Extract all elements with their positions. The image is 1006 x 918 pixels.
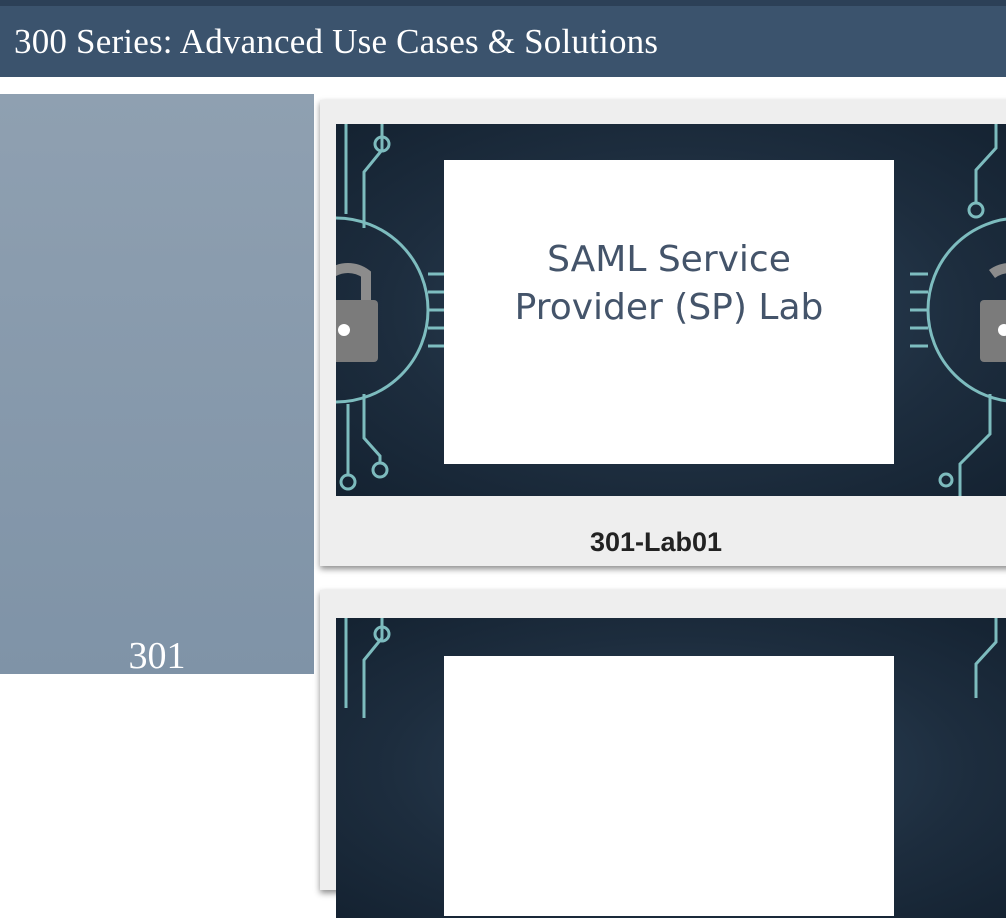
- right-padlock: [980, 263, 1006, 362]
- lab-card[interactable]: SAML Service Provider (SP) Lab 301-Lab01: [320, 100, 1006, 566]
- lab-thumbnail[interactable]: [336, 618, 1006, 918]
- left-padlock: [336, 263, 378, 362]
- lab-title-slide: [444, 656, 894, 916]
- lab-title-slide: SAML Service Provider (SP) Lab: [444, 160, 894, 464]
- slide-title-line-1: SAML Service: [547, 239, 791, 280]
- slide-title-line-2: Provider (SP) Lab: [514, 287, 824, 328]
- series-title: 300 Series: Advanced Use Cases & Solutio…: [14, 21, 659, 61]
- lab-card-label[interactable]: 301-Lab01: [320, 524, 992, 560]
- module-label: 301 SAML Federation: [0, 632, 314, 728]
- module-sidebar: 301 SAML Federation: [0, 94, 314, 725]
- lab-thumbnail[interactable]: SAML Service Provider (SP) Lab: [336, 124, 1006, 496]
- series-header: 300 Series: Advanced Use Cases & Solutio…: [0, 0, 1006, 77]
- lab-card[interactable]: [320, 590, 1006, 918]
- module-name: SAML Federation: [18, 683, 296, 725]
- module-code: 301: [128, 635, 186, 677]
